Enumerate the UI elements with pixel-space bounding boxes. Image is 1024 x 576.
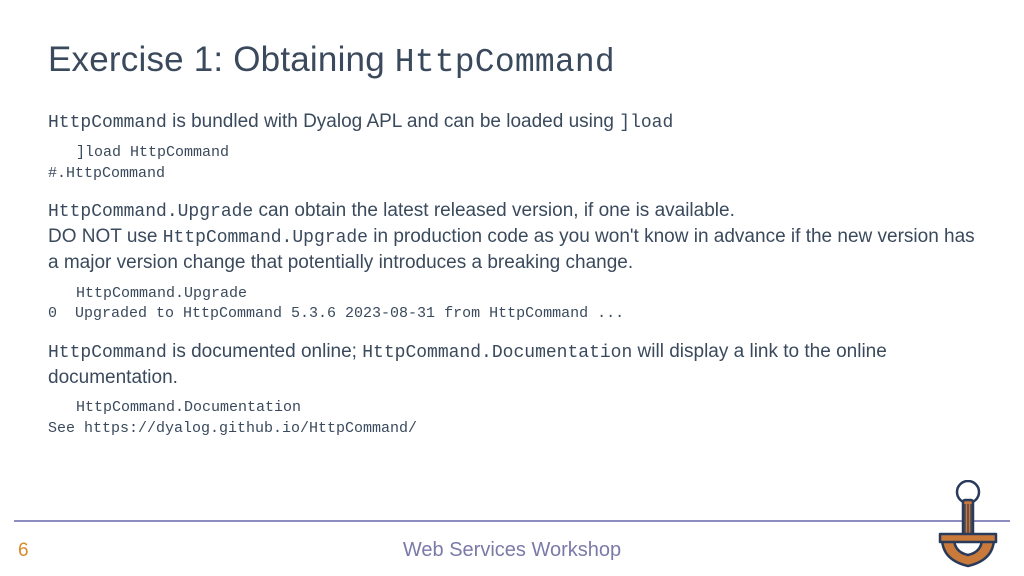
code-block-1: ]load HttpCommand #.HttpCommand — [48, 143, 976, 184]
paragraph-3: HttpCommand is documented online; HttpCo… — [48, 339, 976, 391]
code3-line2: See https://dyalog.github.io/HttpCommand… — [48, 420, 417, 437]
footer: 6 Web Services Workshop — [0, 520, 1024, 576]
code-block-2: HttpCommand.Upgrade 0 Upgraded to HttpCo… — [48, 284, 976, 325]
p2-text2: DO NOT use — [48, 226, 163, 247]
p1-mono1: HttpCommand — [48, 113, 167, 133]
p3-text1: is documented online; — [167, 341, 362, 362]
footer-divider — [14, 520, 1010, 522]
paragraph-2: HttpCommand.Upgrade can obtain the lates… — [48, 198, 976, 276]
code2-line1: HttpCommand.Upgrade — [48, 284, 247, 304]
p3-mono2: HttpCommand.Documentation — [362, 343, 632, 363]
slide: Exercise 1: Obtaining HttpCommand HttpCo… — [0, 0, 1024, 576]
p2-text1: can obtain the latest released version, … — [253, 200, 735, 221]
p1-mono2: ]load — [619, 113, 673, 133]
title-mono: HttpCommand — [395, 44, 615, 81]
p2-mono2: HttpCommand.Upgrade — [163, 228, 368, 248]
code1-line1: ]load HttpCommand — [48, 143, 229, 163]
p3-mono1: HttpCommand — [48, 343, 167, 363]
title-prefix: Exercise 1: Obtaining — [48, 40, 395, 79]
p1-text1: is bundled with Dyalog APL and can be lo… — [167, 111, 619, 132]
code1-line2: #.HttpCommand — [48, 165, 165, 182]
code-block-3: HttpCommand.Documentation See https://dy… — [48, 398, 976, 439]
p2-mono1: HttpCommand.Upgrade — [48, 202, 253, 222]
code3-line1: HttpCommand.Documentation — [48, 398, 301, 418]
footer-title: Web Services Workshop — [0, 539, 1024, 562]
hammer-logo-icon — [936, 480, 1000, 570]
slide-title: Exercise 1: Obtaining HttpCommand — [48, 40, 976, 81]
code2-line2: 0 Upgraded to HttpCommand 5.3.6 2023-08-… — [48, 305, 624, 322]
paragraph-1: HttpCommand is bundled with Dyalog APL a… — [48, 109, 976, 135]
